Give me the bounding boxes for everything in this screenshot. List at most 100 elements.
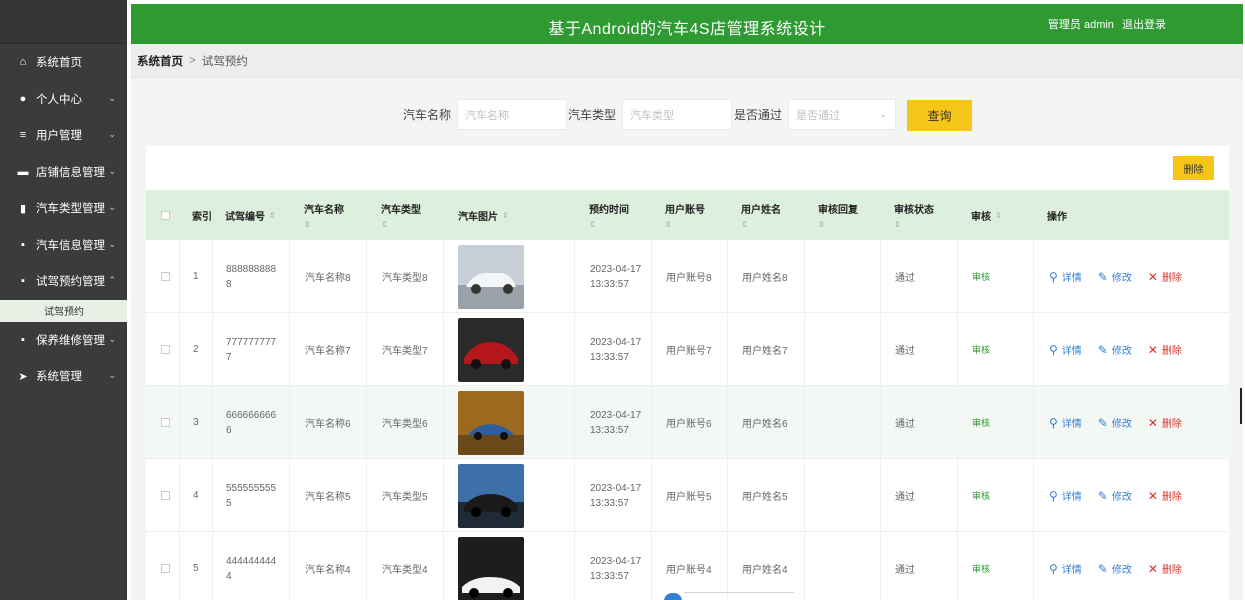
edit-button[interactable]: ✎ 修改 bbox=[1098, 488, 1132, 504]
cell-username: 用户姓名7 bbox=[727, 313, 804, 386]
cell-image bbox=[443, 386, 574, 459]
sort-icon: ⇕ bbox=[304, 220, 311, 229]
car-image[interactable] bbox=[458, 244, 524, 309]
th-type[interactable]: 汽车类型 ⇕ bbox=[381, 190, 421, 240]
cell-ops: ⚲ 详情 ✎ 修改 ✕ 删除 bbox=[1033, 386, 1229, 459]
chevron-down-icon: ⌄ bbox=[879, 109, 888, 119]
detail-button[interactable]: ⚲ 详情 bbox=[1049, 488, 1082, 504]
scroll-indicator bbox=[664, 593, 682, 600]
row-checkbox[interactable] bbox=[161, 240, 170, 313]
car-type-input[interactable]: 汽车类型 bbox=[622, 99, 733, 130]
audit-link[interactable]: 审核 bbox=[972, 489, 990, 502]
sidebar-item-system[interactable]: ➤ 系统管理 ⌄ bbox=[0, 358, 127, 395]
th-username[interactable]: 用户姓名 ⇕ bbox=[741, 190, 781, 240]
filter-label: 汽车类型 bbox=[568, 108, 617, 122]
cell-image bbox=[443, 240, 574, 313]
cell-name: 汽车名称6 bbox=[289, 386, 366, 459]
home-icon: ⌂ bbox=[19, 56, 27, 69]
delete-button[interactable]: ✕ 删除 bbox=[1148, 561, 1182, 577]
sidebar-item-label: 试驾预约管理 bbox=[36, 276, 105, 289]
th-ops: 操作 bbox=[1047, 211, 1067, 223]
audit-link[interactable]: 审核 bbox=[972, 343, 990, 356]
th-image[interactable]: 汽车图片 ⇕ bbox=[458, 190, 509, 240]
chevron-up-icon: ⌃ bbox=[108, 275, 116, 285]
sidebar-item-test-drive[interactable]: ▪ 试驾预约管理 ⌃ bbox=[0, 263, 127, 300]
detail-button[interactable]: ⚲ 详情 bbox=[1049, 342, 1082, 358]
car-image[interactable] bbox=[458, 536, 524, 600]
sidebar-item-car-type[interactable]: ▮ 汽车类型管理 ⌄ bbox=[0, 190, 127, 227]
breadcrumb-separator: > bbox=[189, 54, 196, 67]
cell-audit: 审核 bbox=[957, 532, 1033, 600]
sidebar-item-maintenance[interactable]: ▪ 保养维修管理 ⌄ bbox=[0, 322, 127, 359]
sidebar-item-label: 汽车类型管理 bbox=[36, 203, 105, 216]
query-button[interactable]: 查询 bbox=[907, 100, 972, 131]
th-time[interactable]: 预约时间 ⇕ bbox=[589, 190, 629, 240]
scrollbar[interactable] bbox=[1240, 388, 1242, 424]
approved-select[interactable]: 是否通过 ⌄ bbox=[788, 99, 897, 130]
cell-status: 通过 bbox=[880, 313, 957, 386]
breadcrumb-home[interactable]: 系统首页 bbox=[137, 53, 183, 69]
audit-link[interactable]: 审核 bbox=[972, 562, 990, 575]
pencil-icon: ✎ bbox=[1097, 342, 1108, 357]
batch-delete-button[interactable]: 删除 bbox=[1173, 156, 1214, 180]
th-status[interactable]: 审核状态 ⇕ bbox=[894, 190, 934, 240]
row-checkbox[interactable] bbox=[161, 313, 170, 386]
top-header: 基于Android的汽车4S店管理系统设计 管理员 admin 退出登录 bbox=[131, 4, 1243, 44]
th-code[interactable]: 试驾编号 ⇕ bbox=[225, 190, 276, 240]
chevron-down-icon: ⌄ bbox=[108, 92, 116, 103]
edit-button[interactable]: ✎ 修改 bbox=[1097, 342, 1132, 358]
chevron-down-icon: ⌄ bbox=[108, 238, 116, 249]
row-checkbox[interactable] bbox=[161, 459, 170, 532]
detail-button[interactable]: ⚲ 详情 bbox=[1049, 415, 1082, 431]
cell-code: 8888888888 bbox=[212, 240, 289, 313]
detail-button[interactable]: ⚲ 详情 bbox=[1049, 269, 1082, 285]
filter-car-type: 汽车类型 汽车类型 bbox=[568, 99, 733, 130]
sidebar-item-user-management[interactable]: ≡ 用户管理 ⌄ bbox=[0, 117, 127, 154]
car-image[interactable] bbox=[458, 463, 524, 528]
delete-button[interactable]: ✕ 删除 bbox=[1148, 415, 1182, 431]
th-name[interactable]: 汽车名称 ⇕ bbox=[304, 190, 344, 240]
car-name-input[interactable]: 汽车名称 bbox=[457, 99, 568, 130]
edit-button[interactable]: ✎ 修改 bbox=[1098, 415, 1132, 431]
delete-button[interactable]: ✕ 删除 bbox=[1147, 488, 1182, 504]
sidebar-item-label: 个人中心 bbox=[36, 93, 82, 106]
edit-button[interactable]: ✎ 修改 bbox=[1098, 269, 1132, 285]
cell-index: 3 bbox=[179, 386, 212, 459]
th-audit[interactable]: 审核 ⇕ bbox=[971, 190, 1002, 240]
table-panel: 删除 索引 试驾编号 ⇕ 汽车名称 ⇕ 汽车类型 ⇕ 汽车图片 ⇕ 预约时间 ⇕ 用户账号… bbox=[146, 146, 1229, 600]
sidebar-item-personal-center[interactable]: ● 个人中心 ⌄ bbox=[0, 81, 127, 118]
sidebar-item-store-info[interactable]: ▬ 店铺信息管理 ⌄ bbox=[0, 154, 127, 191]
breadcrumb-current: 试驾预约 bbox=[201, 55, 248, 68]
delete-button[interactable]: ✕ 删除 bbox=[1147, 269, 1182, 285]
car-image[interactable] bbox=[458, 390, 524, 455]
sidebar-item-label: 店铺信息管理 bbox=[36, 166, 105, 179]
car-image[interactable] bbox=[458, 317, 524, 382]
sidebar-item-car-info[interactable]: ▪ 汽车信息管理 ⌄ bbox=[0, 227, 127, 264]
chevron-down-icon: ⌄ bbox=[108, 165, 116, 176]
sidebar-item-home[interactable]: ⌂ 系统首页 bbox=[0, 44, 127, 81]
search-icon: ⚲ bbox=[1049, 561, 1058, 576]
audit-link[interactable]: 审核 bbox=[972, 416, 990, 429]
detail-button[interactable]: ⚲ 详情 bbox=[1049, 561, 1082, 577]
edit-button[interactable]: ✎ 修改 bbox=[1098, 561, 1132, 577]
delete-button[interactable]: ✕ 删除 bbox=[1148, 342, 1182, 358]
sidebar-subitem-test-drive-booking[interactable]: 试驾预约 bbox=[0, 299, 127, 322]
cell-username: 用户姓名4 bbox=[727, 532, 804, 600]
bar-chart-icon: ▮ bbox=[19, 202, 27, 215]
cell-status: 通过 bbox=[880, 386, 957, 459]
logout-link[interactable]: 退出登录 bbox=[1122, 19, 1166, 31]
th-account[interactable]: 用户账号 ⇕ bbox=[665, 190, 705, 240]
cell-account: 用户账号5 bbox=[651, 459, 727, 532]
cell-code: 4444444444 bbox=[212, 532, 289, 600]
filter-label: 是否通过 bbox=[734, 108, 783, 122]
close-icon: ✕ bbox=[1147, 488, 1158, 503]
audit-link[interactable]: 审核 bbox=[972, 270, 990, 283]
th-reply[interactable]: 审核回复 ⇕ bbox=[818, 190, 858, 240]
close-icon: ✕ bbox=[1147, 269, 1158, 284]
row-checkbox[interactable] bbox=[161, 532, 170, 600]
cell-reply bbox=[804, 240, 880, 313]
select-all-checkbox[interactable] bbox=[161, 190, 170, 240]
sort-icon: ⇕ bbox=[589, 220, 596, 229]
cell-ops: ⚲ 详情 ✎ 修改 ✕ 删除 bbox=[1033, 459, 1229, 532]
row-checkbox[interactable] bbox=[161, 386, 170, 459]
